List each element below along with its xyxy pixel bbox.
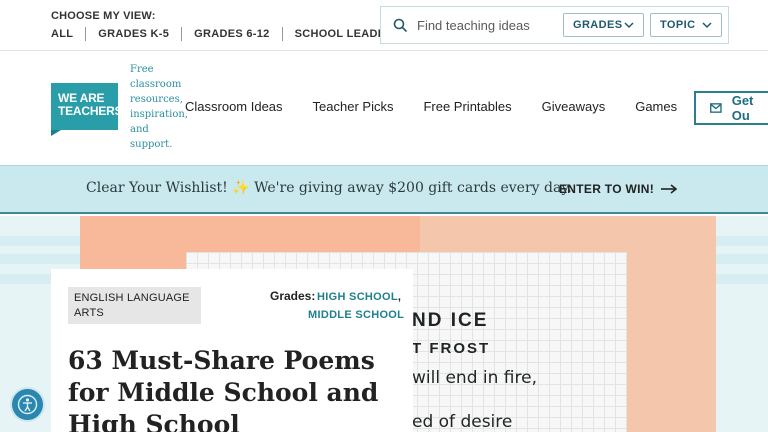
site-logo[interactable]: WE ARE TEACHERS <box>51 83 123 136</box>
enter-to-win-link[interactable]: ENTER TO WIN! <box>559 182 678 196</box>
divider <box>181 27 183 41</box>
arrow-right-icon <box>661 184 678 194</box>
poem-line: ed of desire <box>412 412 513 432</box>
search-box: GRADES TOPIC <box>380 6 729 44</box>
category-tag[interactable]: ENGLISH LANGUAGE ARTS <box>68 287 201 324</box>
search-input[interactable] <box>417 16 557 34</box>
logo-line-2: TEACHERS <box>58 104 123 118</box>
chevron-down-icon <box>624 22 634 29</box>
grades-label: Grades: <box>270 289 316 303</box>
mail-icon <box>710 103 722 113</box>
poem-line: will end in fire, <box>412 368 537 388</box>
view-link-all[interactable]: ALL <box>51 28 73 40</box>
chevron-down-icon <box>702 22 712 29</box>
newsletter-button-label: Get Ou <box>731 93 754 123</box>
nav-link-classroom-ideas[interactable]: Classroom Ideas <box>185 99 283 114</box>
nav-links: Classroom Ideas Teacher Picks Free Print… <box>185 99 707 114</box>
promo-text: Clear Your Wishlist! ✨ We're giving away… <box>86 180 572 196</box>
view-links: ALL GRADES K-5 GRADES 6-12 SCHOOL LEADER… <box>51 27 401 41</box>
utility-bar: CHOOSE MY VIEW: ALL GRADES K-5 GRADES 6-… <box>0 0 768 51</box>
grade-link-high-school[interactable]: HIGH SCHOOL, <box>317 291 401 303</box>
nav-link-giveaways[interactable]: Giveaways <box>542 99 606 114</box>
logo-text: WE ARE TEACHERS <box>58 92 123 118</box>
accessibility-icon <box>17 394 38 415</box>
newsletter-button[interactable]: Get Ou <box>694 91 768 125</box>
divider <box>85 27 87 41</box>
search-icon[interactable] <box>393 18 407 32</box>
promo-banner[interactable]: Clear Your Wishlist! ✨ We're giving away… <box>0 165 768 214</box>
hero-section: ND ICE T FROST will end in fire, ed of d… <box>0 216 768 432</box>
nav-link-free-printables[interactable]: Free Printables <box>423 99 511 114</box>
topic-dropdown-label: TOPIC <box>660 19 696 31</box>
divider <box>281 27 283 41</box>
grade-separator: , <box>397 291 402 303</box>
grade-link-middle-school[interactable]: MIDDLE SCHOOL <box>308 309 404 321</box>
logo-notch <box>51 130 61 136</box>
grades-dropdown-label: GRADES <box>573 19 623 31</box>
choose-view-label: CHOOSE MY VIEW: <box>51 10 156 22</box>
article-card: ENGLISH LANGUAGE ARTS Grades: HIGH SCHOO… <box>51 269 413 432</box>
site-tagline: Free classroom resources, inspiration, a… <box>130 64 188 150</box>
nav-link-games[interactable]: Games <box>635 99 677 114</box>
nav-link-teacher-picks[interactable]: Teacher Picks <box>313 99 394 114</box>
view-link-grades-6-12[interactable]: GRADES 6-12 <box>194 28 269 40</box>
grade-link-high-school-label: HIGH SCHOOL <box>317 291 398 303</box>
view-link-grades-k5[interactable]: GRADES K-5 <box>98 28 169 40</box>
article-title: 63 Must-Share Poems for Middle School an… <box>68 346 379 432</box>
enter-to-win-label: ENTER TO WIN! <box>559 182 655 196</box>
poem-title: ND ICE <box>412 310 489 331</box>
main-nav: WE ARE TEACHERS Free classroom resources… <box>0 52 768 165</box>
accessibility-button[interactable] <box>12 389 43 420</box>
poem-author: T FROST <box>412 340 491 357</box>
topic-dropdown[interactable]: TOPIC <box>650 13 722 37</box>
grades-dropdown[interactable]: GRADES <box>563 13 644 37</box>
